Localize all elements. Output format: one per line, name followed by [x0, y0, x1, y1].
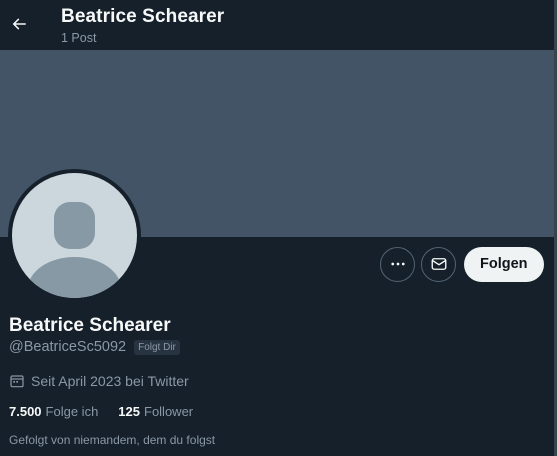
- join-date: Seit April 2023 bei Twitter: [9, 373, 189, 389]
- header-title: Beatrice Schearer: [61, 6, 225, 27]
- calendar-icon: [10, 375, 24, 388]
- join-date-text: Seit April 2023 bei Twitter: [31, 373, 189, 389]
- envelope-icon: [431, 258, 446, 270]
- followed-by-text: Gefolgt von niemandem, dem du folgst: [9, 433, 216, 447]
- default-avatar-image: [12, 173, 137, 298]
- following-link[interactable]: 7.500 Folge ich: [9, 404, 98, 419]
- handle-row: @BeatriceSc5092 Folgt Dir: [9, 339, 180, 355]
- avatar[interactable]: [8, 169, 141, 302]
- follows-you-badge: Folgt Dir: [134, 339, 180, 355]
- back-button[interactable]: [3, 8, 35, 40]
- profile-header: Beatrice Schearer 1 Post: [0, 0, 557, 50]
- followers-count: 125: [118, 404, 140, 419]
- user-silhouette-icon: [27, 202, 122, 298]
- followers-label: Follower: [144, 404, 194, 419]
- more-horizontal-icon: [390, 262, 405, 266]
- profile-name: Beatrice Schearer: [9, 315, 171, 336]
- profile-handle: @BeatriceSc5092: [9, 339, 127, 355]
- follow-button[interactable]: Folgen: [464, 246, 544, 282]
- follow-stats: 7.500 Folge ich 125 Follower: [9, 404, 193, 419]
- profile-actions: Folgen: [380, 246, 544, 282]
- post-count: 1 Post: [61, 31, 97, 45]
- followers-link[interactable]: 125 Follower: [118, 404, 193, 419]
- more-button[interactable]: [380, 246, 415, 282]
- arrow-left-icon: [12, 18, 26, 30]
- following-count: 7.500: [9, 404, 42, 419]
- following-label: Folge ich: [45, 404, 99, 419]
- message-button[interactable]: [421, 246, 456, 282]
